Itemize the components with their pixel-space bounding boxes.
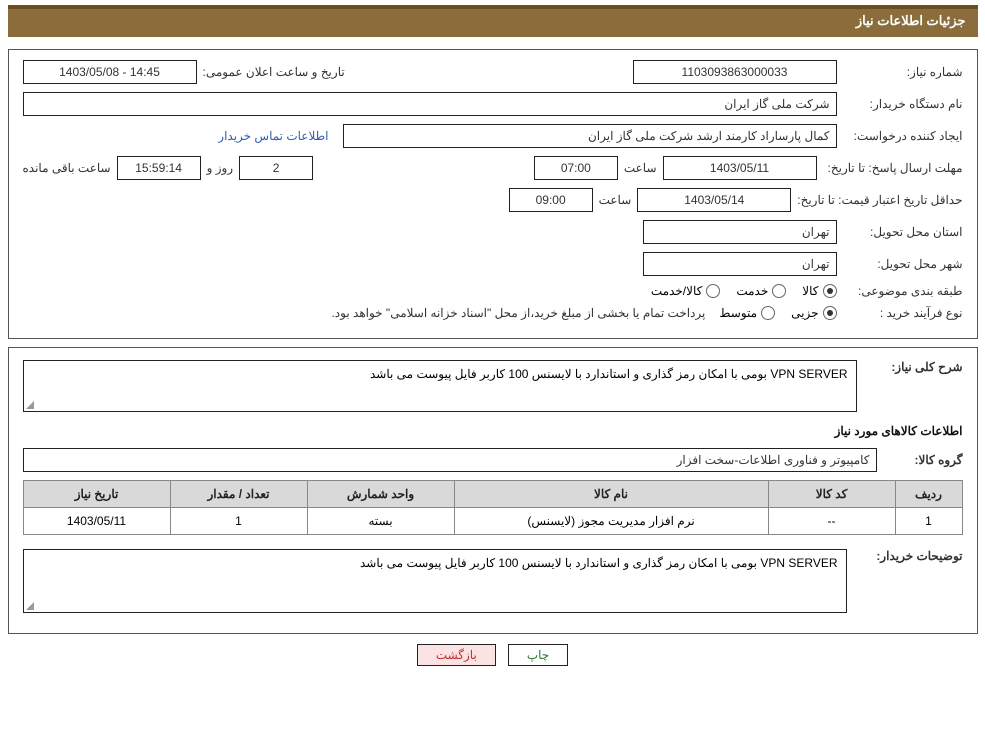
province-field: تهران [643, 220, 837, 244]
need-number-field: 1103093863000033 [633, 60, 837, 84]
radio-small[interactable]: جزیی [791, 306, 836, 320]
page-title-bar: جزئیات اطلاعات نیاز [8, 5, 978, 37]
min-price-date-field: 1403/05/14 [637, 188, 791, 212]
cell-date: 1403/05/11 [23, 508, 170, 535]
need-number-label: شماره نیاز: [843, 65, 963, 79]
radio-dot-small [823, 306, 837, 320]
cell-name: نرم افزار مدیریت مجوز (لایسنس) [454, 508, 768, 535]
province-label: استان محل تحویل: [843, 225, 963, 239]
hms-remaining-field: 15:59:14 [117, 156, 201, 180]
th-code: کد کالا [768, 481, 895, 508]
radio-small-label: جزیی [791, 306, 818, 320]
radio-goods-label: کالا [802, 284, 818, 298]
need-details-box: شرح کلی نیاز: VPN SERVER بومی با امکان ر… [8, 347, 978, 634]
min-price-time-label: ساعت [599, 193, 632, 207]
th-date: تاریخ نیاز [23, 481, 170, 508]
process-label: نوع فرآیند خرید : [843, 306, 963, 320]
city-field: تهران [643, 252, 837, 276]
general-desc-text: VPN SERVER بومی با امکان رمز گذاری و است… [370, 367, 848, 381]
process-radio-group: جزیی متوسط [719, 306, 836, 320]
radio-medium-label: متوسط [719, 306, 757, 320]
deadline-date-field: 1403/05/11 [663, 156, 817, 180]
requester-label: ایجاد کننده درخواست: [843, 129, 963, 143]
classification-radio-group: کالا خدمت کالا/خدمت [651, 284, 837, 298]
buyer-notes-text: VPN SERVER بومی با امکان رمز گذاری و است… [360, 556, 838, 570]
cell-unit: بسته [307, 508, 454, 535]
radio-goods[interactable]: کالا [802, 284, 836, 298]
radio-dot-medium [761, 306, 775, 320]
city-label: شهر محل تحویل: [843, 257, 963, 271]
cell-row: 1 [895, 508, 962, 535]
min-price-time-field: 09:00 [509, 188, 593, 212]
deadline-time-label: ساعت [624, 161, 657, 175]
resize-handle-icon [26, 401, 34, 409]
classification-label: طبقه بندی موضوعی: [843, 284, 963, 298]
print-button[interactable]: چاپ [508, 644, 568, 666]
radio-service[interactable]: خدمت [736, 284, 786, 298]
th-unit: واحد شمارش [307, 481, 454, 508]
button-row: چاپ بازگشت [8, 644, 978, 666]
group-label: گروه کالا: [883, 453, 963, 467]
radio-medium[interactable]: متوسط [719, 306, 775, 320]
back-button[interactable]: بازگشت [417, 644, 496, 666]
radio-dot-both [706, 284, 720, 298]
radio-both[interactable]: کالا/خدمت [651, 284, 720, 298]
buyer-org-label: نام دستگاه خریدار: [843, 97, 963, 111]
cell-qty: 1 [170, 508, 307, 535]
buyer-org-field: شرکت ملی گاز ایران [23, 92, 837, 116]
radio-dot-service [772, 284, 786, 298]
buyer-notes-label: توضیحات خریدار: [853, 549, 963, 563]
th-name: نام کالا [454, 481, 768, 508]
buyer-notes-textarea: VPN SERVER بومی با امکان رمز گذاری و است… [23, 549, 847, 613]
requester-field: کمال پارساراد کارمند ارشد شرکت ملی گاز ا… [343, 124, 837, 148]
cell-code: -- [768, 508, 895, 535]
deadline-time-field: 07:00 [534, 156, 618, 180]
buyer-contact-link[interactable]: اطلاعات تماس خریدار [218, 129, 328, 143]
items-table: ردیف کد کالا نام کالا واحد شمارش تعداد /… [23, 480, 963, 535]
main-info-box: شماره نیاز: 1103093863000033 تاریخ و ساع… [8, 49, 978, 339]
group-field: کامپیوتر و فناوری اطلاعات-سخت افزار [23, 448, 877, 472]
page-title: جزئیات اطلاعات نیاز [856, 13, 966, 28]
deadline-label: مهلت ارسال پاسخ: تا تاریخ: [823, 161, 963, 175]
announce-datetime-field: 14:45 - 1403/05/08 [23, 60, 197, 84]
radio-dot-goods [823, 284, 837, 298]
days-and-label: روز و [207, 161, 234, 175]
table-row: 1 -- نرم افزار مدیریت مجوز (لایسنس) بسته… [23, 508, 962, 535]
th-qty: تعداد / مقدار [170, 481, 307, 508]
general-desc-label: شرح کلی نیاز: [863, 360, 963, 374]
items-heading: اطلاعات کالاهای مورد نیاز [23, 424, 963, 438]
announce-label: تاریخ و ساعت اعلان عمومی: [203, 65, 345, 79]
th-row: ردیف [895, 481, 962, 508]
time-remaining-label: ساعت باقی مانده [23, 161, 111, 175]
min-price-label: حداقل تاریخ اعتبار قیمت: تا تاریخ: [797, 193, 962, 207]
resize-handle-icon [26, 602, 34, 610]
general-desc-textarea: VPN SERVER بومی با امکان رمز گذاری و است… [23, 360, 857, 412]
radio-both-label: کالا/خدمت [651, 284, 702, 298]
days-remaining-field: 2 [239, 156, 313, 180]
table-header-row: ردیف کد کالا نام کالا واحد شمارش تعداد /… [23, 481, 962, 508]
radio-service-label: خدمت [736, 284, 768, 298]
payment-note: پرداخت تمام یا بخشی از مبلغ خرید،از محل … [331, 306, 705, 320]
